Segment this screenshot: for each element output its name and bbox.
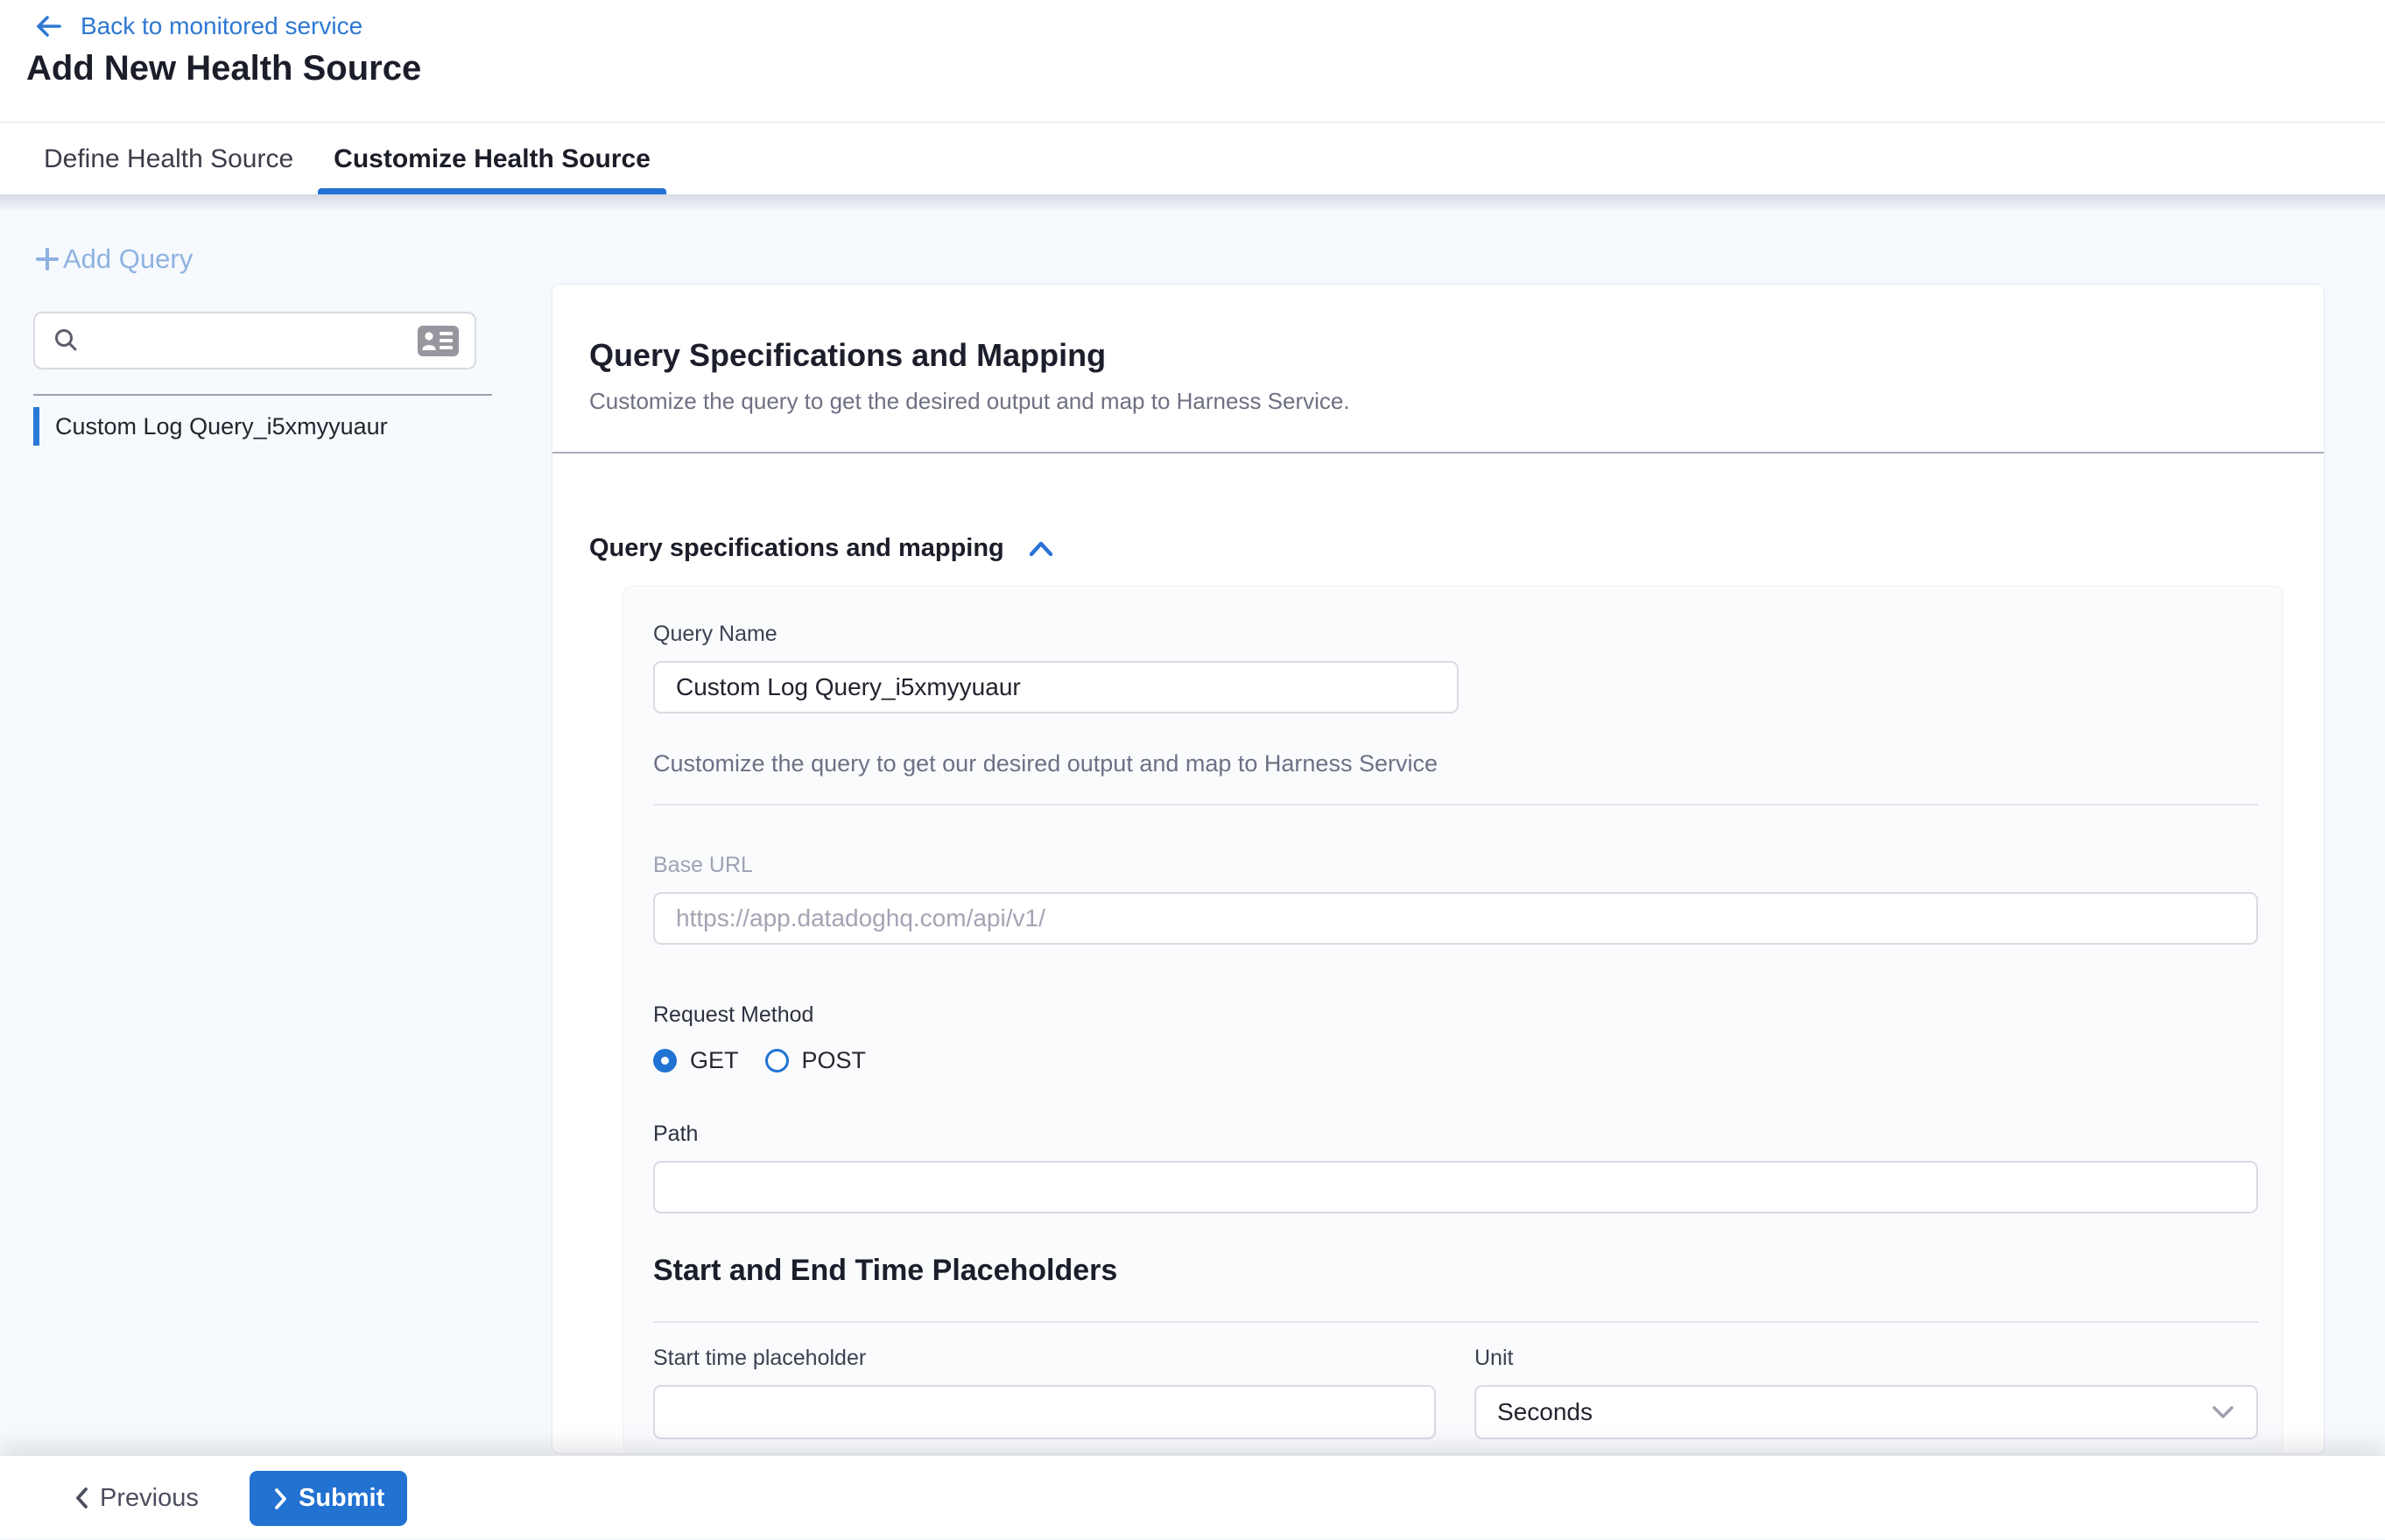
- section-title: Query specifications and mapping: [589, 534, 1004, 563]
- query-name-help: Customize the query to get our desired o…: [653, 750, 2258, 777]
- add-query-label: Add Query: [63, 243, 193, 275]
- panel-title: Query Specifications and Mapping: [589, 337, 2289, 374]
- divider: [552, 452, 2324, 454]
- unit-select-value: Seconds: [1497, 1398, 1593, 1426]
- base-url-input[interactable]: [653, 892, 2258, 945]
- previous-button[interactable]: Previous: [74, 1456, 199, 1540]
- radio-post-label: POST: [802, 1047, 867, 1074]
- panel-subtitle: Customize the query to get the desired o…: [589, 388, 2289, 415]
- query-mapping-card: Query Specifications and Mapping Customi…: [552, 284, 2325, 1454]
- page-header: Back to monitored service Add New Health…: [0, 0, 2385, 123]
- path-label: Path: [653, 1122, 2258, 1147]
- query-name-label: Query Name: [653, 622, 2258, 647]
- chevron-right-icon: [272, 1487, 288, 1511]
- query-list-item[interactable]: Custom Log Query_i5xmyyuaur: [33, 406, 506, 447]
- query-sidebar: Add Query Custom Log Query_i5xmyyuaur: [0, 194, 552, 1455]
- footer-bar: Previous Submit: [0, 1455, 2385, 1539]
- path-input[interactable]: [653, 1161, 2258, 1213]
- submit-button[interactable]: Submit: [250, 1471, 407, 1526]
- query-name-input[interactable]: [653, 661, 1459, 714]
- radio-get-label: GET: [690, 1047, 739, 1074]
- query-item-label: Custom Log Query_i5xmyyuaur: [55, 413, 388, 440]
- chevron-left-icon: [74, 1486, 89, 1510]
- divider: [653, 1321, 2258, 1323]
- chevron-down-icon: [2211, 1404, 2235, 1420]
- tab-customize-health-source[interactable]: Customize Health Source: [318, 123, 666, 194]
- page-title: Add New Health Source: [26, 49, 421, 88]
- submit-button-label: Submit: [299, 1484, 384, 1513]
- plus-icon: [33, 245, 61, 273]
- tab-define-health-source[interactable]: Define Health Source: [44, 123, 293, 194]
- query-search-box: [33, 312, 476, 369]
- start-time-label: Start time placeholder: [653, 1346, 1436, 1371]
- query-spec-panel: Query Name Customize the query to get ou…: [623, 586, 2283, 1454]
- back-arrow-icon: [33, 13, 63, 39]
- request-method-label: Request Method: [653, 1002, 2258, 1028]
- start-time-input[interactable]: [653, 1385, 1436, 1439]
- add-query-button[interactable]: Add Query: [33, 243, 193, 275]
- search-icon: [53, 327, 79, 354]
- chevron-up-icon: [1027, 539, 1055, 559]
- unit-label: Unit: [1474, 1346, 2258, 1371]
- unit-select[interactable]: Seconds: [1474, 1385, 2258, 1439]
- section-toggle[interactable]: Query specifications and mapping: [589, 534, 1055, 563]
- base-url-label: Base URL: [653, 853, 2258, 878]
- radio-get[interactable]: [653, 1049, 677, 1072]
- divider: [653, 804, 2258, 805]
- request-method-group: GET POST: [653, 1047, 2258, 1074]
- tab-bar: Define Health Source Customize Health So…: [0, 123, 2385, 194]
- sidebar-divider: [33, 394, 492, 396]
- back-link[interactable]: Back to monitored service: [33, 12, 362, 40]
- radio-post[interactable]: [765, 1049, 789, 1072]
- back-link-label: Back to monitored service: [81, 12, 362, 40]
- contact-card-icon: [418, 326, 459, 356]
- time-placeholders-heading: Start and End Time Placeholders: [653, 1254, 2258, 1288]
- search-input[interactable]: [93, 327, 418, 355]
- previous-button-label: Previous: [100, 1484, 199, 1513]
- selected-indicator-bar: [33, 407, 39, 446]
